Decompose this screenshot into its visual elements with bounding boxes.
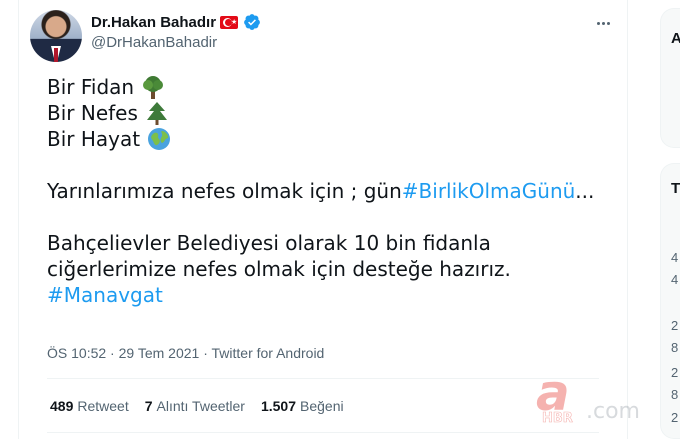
- tweet-date[interactable]: 29 Tem 2021: [119, 345, 200, 361]
- tweet-line: Bir Nefes: [47, 100, 594, 126]
- tweet-line: Bahçelievler Belediyesi olarak 10 bin fi…: [47, 230, 594, 256]
- divider: [47, 432, 599, 433]
- tweet-stats: 489 Retweet 7 Alıntı Tweetler 1.507 Beğeni: [50, 398, 344, 414]
- more-options-icon[interactable]: [592, 14, 614, 32]
- author-name-row[interactable]: Dr.Hakan Bahadır ★: [91, 13, 261, 31]
- quotes-count: 7: [144, 398, 153, 414]
- globe-icon: [148, 128, 171, 150]
- hashtag-link[interactable]: #Manavgat: [47, 282, 163, 308]
- watermark-sub: HBR: [542, 411, 573, 426]
- author-handle[interactable]: @DrHakanBahadir: [91, 34, 217, 51]
- tweet-line-text: Bahçelievler Belediyesi olarak 10 bin fi…: [47, 231, 491, 255]
- sidebar-text: A: [671, 30, 680, 47]
- tweet-line: Bir Fidan: [47, 74, 594, 100]
- tweet-text: Bir Fidan Bir Nefes Bir Hayat Yarınlarım…: [47, 74, 594, 308]
- quotes-stat[interactable]: 7 Alıntı Tweetler: [145, 398, 245, 414]
- tweet-line: Bir Hayat: [47, 126, 594, 152]
- retweets-stat[interactable]: 489 Retweet: [50, 398, 129, 414]
- tweet-line: ciğerlerimize nefes olmak için desteğe h…: [47, 256, 594, 282]
- evergreen-tree-icon: [146, 102, 167, 125]
- avatar-tie: [54, 48, 58, 62]
- sidebar-card: [660, 8, 680, 148]
- tweet-time[interactable]: ÖS 10:52: [47, 345, 106, 361]
- tweet-meta: ÖS 10:52 · 29 Tem 2021 · Twitter for And…: [47, 345, 324, 361]
- retweets-count: 489: [50, 398, 74, 414]
- likes-label: Beğeni: [300, 398, 344, 414]
- verified-badge-icon: [244, 14, 260, 30]
- tweet-spacer: [47, 152, 594, 178]
- tweet-line: #Manavgat: [47, 282, 594, 308]
- left-gutter: [0, 0, 18, 439]
- avatar[interactable]: [30, 10, 82, 62]
- tweet-line: Yarınlarımıza nefes olmak için ; gün #Bi…: [47, 178, 594, 204]
- tweet-line-text: Yarınlarımıza nefes olmak için ; gün: [47, 179, 402, 203]
- sidebar-text: 8: [671, 340, 679, 355]
- tweet-ellipsis: ...: [575, 179, 595, 203]
- hashtag-link[interactable]: #BirlikOlmaGünü: [402, 178, 576, 204]
- tweet-line-text: Bir Fidan: [47, 75, 135, 99]
- tweet-line-text: Bir Nefes: [47, 101, 138, 125]
- sidebar-text: 2: [671, 410, 679, 425]
- sidebar-text: 4: [671, 250, 679, 265]
- sidebar-text: 2: [671, 365, 679, 380]
- meta-separator: ·: [199, 345, 212, 361]
- likes-stat[interactable]: 1.507 Beğeni: [261, 398, 344, 414]
- divider: [47, 378, 599, 379]
- turkey-flag-icon: ★: [220, 15, 239, 29]
- retweets-label: Retweet: [77, 398, 129, 414]
- likes-count: 1.507: [260, 398, 297, 414]
- tweet-line-text: Bir Hayat: [47, 127, 141, 151]
- author-display-name[interactable]: Dr.Hakan Bahadır: [91, 14, 216, 31]
- tweet-spacer: [47, 204, 594, 230]
- quotes-label: Alıntı Tweetler: [156, 398, 245, 414]
- tweet-line-text: ciğerlerimize nefes olmak için desteğe h…: [47, 257, 511, 281]
- meta-separator: ·: [106, 345, 119, 361]
- sidebar-text: T: [671, 180, 680, 197]
- deciduous-tree-icon: [143, 76, 164, 99]
- sidebar-text: 2: [671, 318, 679, 333]
- tweet-source[interactable]: Twitter for Android: [212, 345, 325, 361]
- sidebar-text: 4: [671, 272, 679, 287]
- sidebar-text: 8: [671, 387, 679, 402]
